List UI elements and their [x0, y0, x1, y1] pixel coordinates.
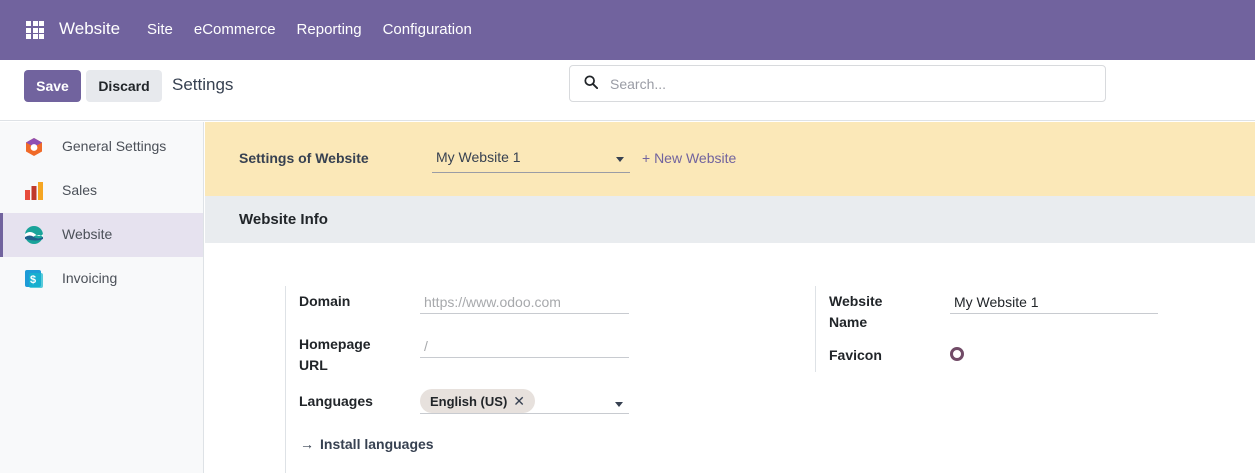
website-name-label: Website Name: [829, 293, 883, 330]
website-select-value: My Website 1: [436, 149, 521, 165]
language-tag: English (US) ✕: [420, 389, 536, 413]
apps-grid-icon[interactable]: [26, 21, 44, 39]
menu-item-site[interactable]: Site: [147, 21, 173, 38]
favicon-image-icon[interactable]: [950, 347, 964, 361]
homepage-url-input[interactable]: [420, 334, 629, 358]
website-name-input[interactable]: [950, 290, 1158, 314]
sidebar-item-label: General Settings: [62, 138, 167, 154]
website-globe-icon: [25, 226, 43, 244]
menu-item-reporting[interactable]: Reporting: [297, 21, 362, 38]
languages-label: Languages: [299, 393, 373, 409]
domain-input[interactable]: [420, 290, 629, 314]
sales-chart-icon: [25, 182, 43, 200]
section-header: Website Info: [205, 196, 1255, 243]
domain-label: Domain: [299, 293, 351, 309]
search-input[interactable]: [610, 72, 1090, 96]
section-title: Website Info: [239, 211, 328, 228]
save-button[interactable]: Save: [24, 70, 81, 102]
sidebar-item-invoicing[interactable]: $ Invoicing: [0, 257, 203, 301]
close-icon[interactable]: ✕: [513, 393, 525, 410]
search-box[interactable]: [569, 65, 1106, 102]
favicon-label: Favicon: [829, 347, 882, 363]
website-select[interactable]: My Website 1: [432, 143, 630, 173]
chevron-down-icon: [616, 157, 624, 162]
install-languages-link[interactable]: → Install languages: [300, 436, 434, 452]
languages-input-underline[interactable]: [420, 413, 629, 414]
arrow-right-icon: →: [300, 436, 314, 452]
top-navbar: Website Site eCommerce Reporting Configu…: [0, 0, 1255, 60]
language-tag-label: English (US): [430, 393, 508, 409]
search-icon: [584, 75, 598, 89]
discard-button[interactable]: Discard: [86, 70, 162, 102]
app-brand[interactable]: Website: [59, 19, 120, 39]
install-languages-label: Install languages: [320, 436, 434, 452]
chevron-down-icon[interactable]: [615, 402, 623, 407]
sidebar-item-label: Sales: [62, 182, 98, 198]
menu-item-configuration[interactable]: Configuration: [383, 21, 472, 38]
sidebar-item-label: Invoicing: [62, 270, 118, 286]
invoice-dollar-icon: $: [25, 270, 43, 288]
sidebar-item-sales[interactable]: Sales: [0, 169, 203, 213]
page-title: Settings: [172, 75, 234, 94]
sidebar-item-general-settings[interactable]: General Settings: [0, 125, 203, 169]
website-selector-bar: Settings of Website My Website 1 + New W…: [205, 122, 1255, 196]
control-panel: Save Discard Settings: [0, 60, 1255, 121]
settings-sidebar: General Settings Sales Website $ Invoici…: [0, 122, 204, 473]
menu-item-ecommerce[interactable]: eCommerce: [194, 21, 276, 38]
sidebar-item-website[interactable]: Website: [0, 213, 203, 257]
sidebar-item-label: Website: [62, 226, 113, 242]
homepage-url-label: Homepage URL: [299, 336, 371, 373]
odoo-hexagon-icon: [26, 138, 42, 156]
field-block-divider-right: [815, 286, 816, 372]
main-menu: Site eCommerce Reporting Configuration: [147, 21, 472, 38]
field-block-divider-left: [285, 286, 286, 473]
svg-text:$: $: [30, 274, 36, 286]
new-website-button[interactable]: + New Website: [642, 150, 736, 166]
website-selector-label: Settings of Website: [239, 150, 369, 166]
